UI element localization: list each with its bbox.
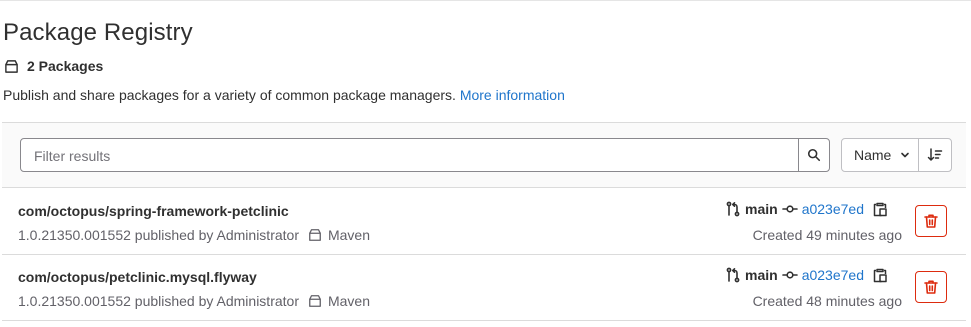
- filter-placeholder: Filter results: [34, 148, 111, 164]
- package-meta: 1.0.21350.001552 published by Administra…: [18, 227, 370, 243]
- package-icon: [309, 229, 321, 241]
- sort-lowest-icon: [927, 148, 943, 161]
- branch-icon: [726, 201, 740, 217]
- filter-input[interactable]: Filter results: [20, 138, 800, 172]
- package-count: 2 Packages: [4, 58, 103, 74]
- delete-package-button[interactable]: [915, 271, 947, 303]
- package-name-link[interactable]: com/octopus/petclinic.mysql.flyway: [18, 269, 257, 285]
- commit-icon: [781, 205, 798, 213]
- package-row: com/octopus/spring-framework-petclinic 1…: [2, 189, 966, 255]
- page-title: Package Registry: [3, 19, 193, 46]
- copy-to-clipboard-icon[interactable]: [872, 201, 888, 217]
- top-divider: [0, 0, 971, 1]
- commit-icon: [781, 271, 798, 279]
- filter-bar: Filter results Name: [2, 122, 966, 188]
- chevron-down-icon: [901, 152, 910, 158]
- branch-name: main: [745, 201, 778, 217]
- delete-package-button[interactable]: [915, 205, 947, 237]
- sort-dropdown-label: Name: [854, 147, 892, 163]
- more-information-link[interactable]: More information: [460, 87, 565, 103]
- remove-icon: [924, 214, 938, 228]
- package-source: main a023e7ed: [725, 201, 888, 217]
- branch-icon: [726, 267, 740, 283]
- created-time: Created 49 minutes ago: [752, 227, 902, 243]
- package-source: main a023e7ed: [725, 267, 888, 283]
- sort-direction-button[interactable]: [918, 138, 952, 172]
- package-type: Maven: [327, 227, 371, 243]
- package-count-label: 2 Packages: [27, 58, 104, 74]
- remove-icon: [924, 280, 938, 294]
- commit-sha-link[interactable]: a023e7ed: [802, 267, 864, 283]
- page-description: Publish and share packages for a variety…: [3, 87, 565, 103]
- package-icon: [309, 295, 321, 307]
- package-row: com/octopus/petclinic.mysql.flyway 1.0.2…: [2, 255, 966, 321]
- package-type: Maven: [327, 293, 371, 309]
- sort-dropdown[interactable]: Name: [841, 138, 919, 172]
- created-time: Created 48 minutes ago: [752, 293, 902, 309]
- description-text: Publish and share packages for a variety…: [3, 87, 456, 103]
- branch-name: main: [745, 267, 778, 283]
- package-icon: [5, 59, 18, 73]
- search-button[interactable]: [798, 138, 830, 172]
- copy-to-clipboard-icon[interactable]: [872, 267, 888, 283]
- package-version-published: 1.0.21350.001552 published by Administra…: [18, 293, 299, 309]
- package-meta: 1.0.21350.001552 published by Administra…: [18, 293, 370, 309]
- commit-sha-link[interactable]: a023e7ed: [802, 201, 864, 217]
- package-version-published: 1.0.21350.001552 published by Administra…: [18, 227, 299, 243]
- package-name-link[interactable]: com/octopus/spring-framework-petclinic: [18, 203, 289, 219]
- search-icon: [807, 148, 821, 162]
